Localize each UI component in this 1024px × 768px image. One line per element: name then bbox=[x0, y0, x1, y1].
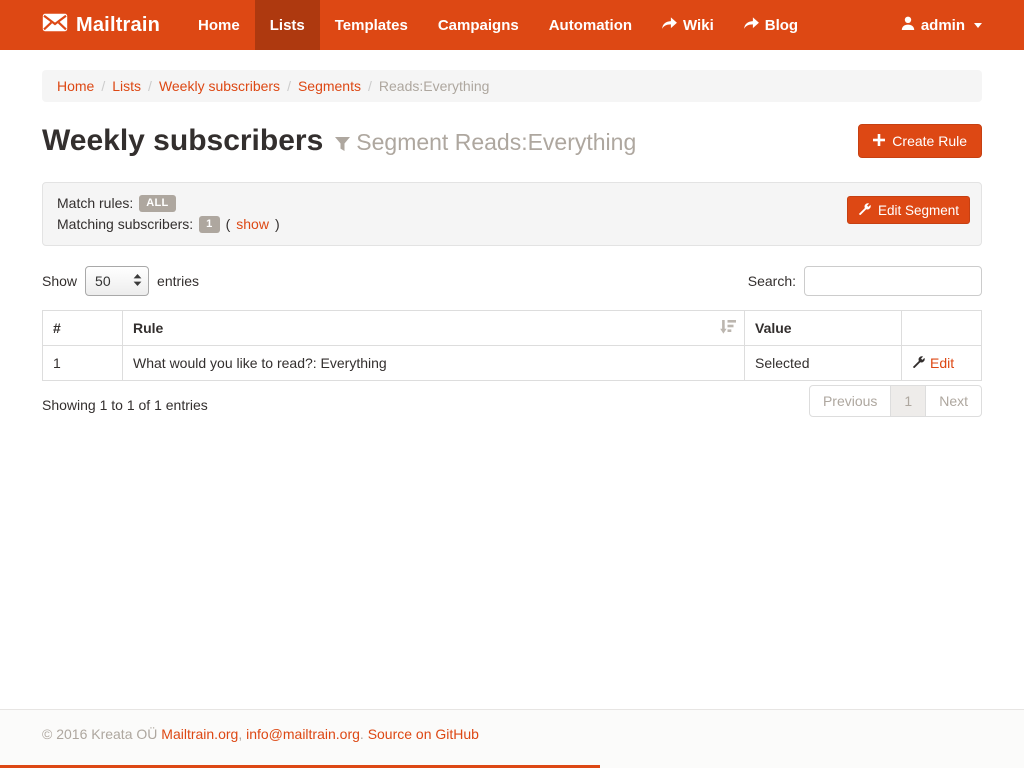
chevron-down-icon bbox=[974, 23, 982, 28]
page-footer: © 2016 Kreata OÜ Mailtrain.org, info@mai… bbox=[0, 709, 1024, 768]
entries-suffix-label: entries bbox=[157, 273, 199, 289]
rule-cell: What would you like to read?: Everything bbox=[123, 346, 745, 381]
column-header-value[interactable]: Value bbox=[745, 311, 902, 346]
search-label: Search: bbox=[748, 273, 796, 289]
page-title: Weekly subscribers Segment Reads:Everyth… bbox=[42, 124, 636, 158]
rule-number-cell: 1 bbox=[43, 346, 123, 381]
nav-item-home[interactable]: Home bbox=[183, 0, 255, 50]
match-rules-label: Match rules: bbox=[57, 193, 133, 213]
pagination-page-1[interactable]: 1 bbox=[890, 385, 926, 417]
email-link[interactable]: info@mailtrain.org bbox=[246, 726, 360, 742]
envelope-icon bbox=[42, 13, 68, 38]
show-entries-label: Show bbox=[42, 273, 77, 289]
nav-item-templates[interactable]: Templates bbox=[320, 0, 423, 50]
pagination: Previous 1 Next bbox=[809, 385, 982, 417]
copyright-text: © 2016 Kreata OÜ bbox=[42, 726, 161, 742]
column-header-rule[interactable]: Rule bbox=[123, 311, 745, 346]
entries-select[interactable]: 50 bbox=[85, 266, 149, 296]
segment-summary-panel: Match rules: ALL Matching subscribers: 1… bbox=[42, 182, 982, 246]
brand-mailtrain[interactable]: Mailtrain bbox=[27, 0, 175, 50]
matching-count-badge: 1 bbox=[199, 216, 219, 233]
column-header-num[interactable]: # bbox=[43, 311, 123, 346]
nav-item-campaigns[interactable]: Campaigns bbox=[423, 0, 534, 50]
nav-item-lists[interactable]: Lists bbox=[255, 0, 320, 50]
source-github-link[interactable]: Source on GitHub bbox=[368, 726, 479, 742]
breadcrumb-segments[interactable]: Segments bbox=[298, 78, 361, 94]
top-navbar: Mailtrain Home Lists Templates Campaigns… bbox=[0, 0, 1024, 50]
breadcrumb-lists[interactable]: Lists bbox=[112, 78, 141, 94]
match-rules-badge: ALL bbox=[139, 195, 175, 212]
edit-segment-button[interactable]: Edit Segment bbox=[847, 196, 970, 224]
paren-open: ( bbox=[226, 214, 231, 234]
nav-item-blog[interactable]: Blog bbox=[729, 0, 813, 50]
paren-close: ) bbox=[275, 214, 280, 234]
sort-descending-icon[interactable] bbox=[720, 319, 737, 337]
breadcrumb-home[interactable]: Home bbox=[57, 78, 94, 94]
plus-icon bbox=[873, 133, 885, 149]
matching-subscribers-label: Matching subscribers: bbox=[57, 214, 193, 234]
wrench-icon bbox=[858, 202, 871, 218]
share-arrow-icon bbox=[662, 17, 677, 34]
edit-rule-link[interactable]: Edit bbox=[912, 355, 954, 371]
nav-item-automation[interactable]: Automation bbox=[534, 0, 647, 50]
user-menu[interactable]: admin bbox=[886, 0, 997, 50]
entries-select-value: 50 bbox=[95, 273, 111, 289]
value-cell: Selected bbox=[745, 346, 902, 381]
wrench-icon bbox=[912, 355, 925, 371]
page-subtitle: Segment Reads:Everything bbox=[335, 129, 636, 156]
pagination-next-button[interactable]: Next bbox=[925, 385, 982, 417]
brand-label: Mailtrain bbox=[76, 14, 160, 37]
create-rule-button[interactable]: Create Rule bbox=[858, 124, 982, 158]
breadcrumb-weekly-subscribers[interactable]: Weekly subscribers bbox=[159, 78, 280, 94]
column-header-action bbox=[902, 311, 982, 346]
search-input[interactable] bbox=[804, 266, 982, 296]
filter-icon bbox=[335, 130, 350, 157]
rules-table: # Rule Value bbox=[42, 310, 982, 381]
breadcrumb: Home / Lists / Weekly subscribers / Segm… bbox=[42, 70, 982, 102]
table-header-row: # Rule Value bbox=[43, 311, 982, 346]
action-cell: Edit bbox=[902, 346, 982, 381]
pagination-previous-button[interactable]: Previous bbox=[809, 385, 891, 417]
breadcrumb-current: Reads:Everything bbox=[379, 78, 490, 94]
table-row: 1 What would you like to read?: Everythi… bbox=[43, 346, 982, 381]
select-stepper-icon bbox=[133, 273, 142, 289]
mailtrain-org-link[interactable]: Mailtrain.org bbox=[161, 726, 238, 742]
user-icon bbox=[901, 16, 915, 34]
nav-item-wiki[interactable]: Wiki bbox=[647, 0, 729, 50]
user-label: admin bbox=[921, 17, 965, 34]
share-arrow-icon bbox=[744, 17, 759, 34]
show-subscribers-link[interactable]: show bbox=[236, 214, 269, 234]
showing-entries-text: Showing 1 to 1 of 1 entries bbox=[42, 397, 208, 413]
